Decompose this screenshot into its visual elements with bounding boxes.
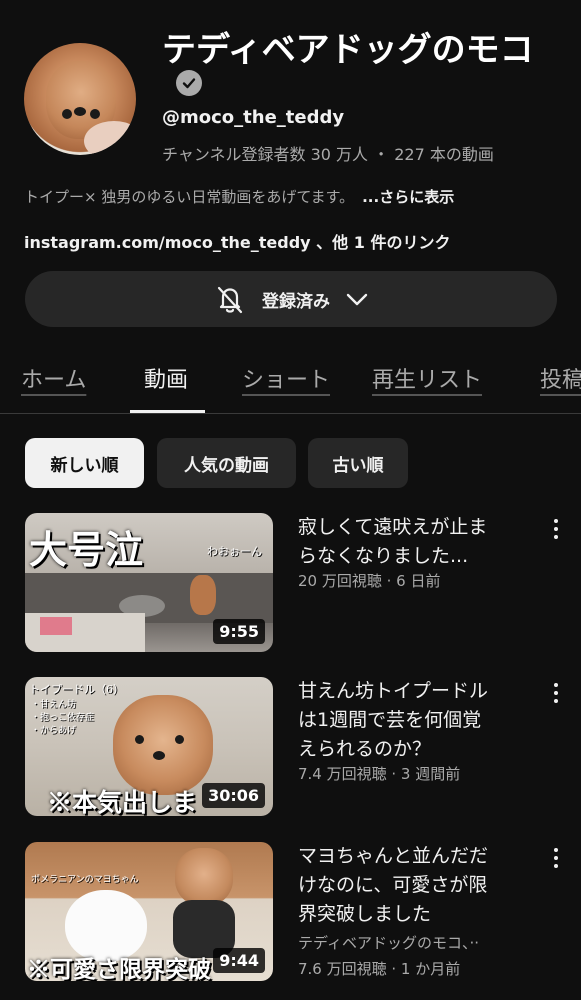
dog-shape (190, 575, 216, 615)
video-title-line: えられるのか？ (298, 738, 432, 760)
avatar-hand (84, 121, 136, 155)
channel-description[interactable]: トイプー× 独男のゆるい日常動画をあげてます。 ...さらに表示 (24, 186, 454, 207)
video-title-line: 寂しくて遠吠えが止ま (298, 516, 488, 538)
more-vert-icon[interactable] (548, 846, 564, 870)
video-title[interactable]: 寂しくて遠吠えが止ま らなくなりました... (298, 513, 538, 571)
tab-playlists[interactable]: 再生リスト (372, 362, 482, 394)
thumbnail-subcaption: ポメラニアンのマヨちゃん (31, 875, 139, 885)
thumbnail-caption: ※可愛さ限界突破 (27, 956, 211, 981)
tab-shorts[interactable]: ショート (242, 362, 330, 394)
channel-links[interactable]: instagram.com/moco_the_teddy 、他 1 件のリンク (24, 229, 450, 253)
thumbnail-caption: 大号泣 (29, 527, 144, 572)
thumbnail-list-item: ・抱っこ依存症 (31, 713, 95, 723)
video-meta: 7.6 万回視聴 · 1 か月前 (298, 960, 461, 978)
channel-avatar[interactable] (24, 43, 136, 155)
channel-stats: チャンネル登録者数 30 万人 ・ 227 本の動画 (162, 145, 494, 164)
chip-oldest[interactable]: 古い順 (308, 438, 408, 488)
thumbnail-subcaption: わおぉーん (207, 545, 262, 558)
video-meta: 20 万回視聴 · 6 日前 (298, 572, 441, 590)
video-title[interactable]: 甘えん坊トイプードル は1週間で芸を何個覚 えられるのか？ (298, 677, 538, 764)
tab-home[interactable]: ホーム (21, 362, 86, 394)
verified-icon (176, 70, 202, 96)
thumbnail-list-item: ・甘えん坊 (31, 700, 77, 710)
channel-handle: @moco_the_teddy (162, 107, 345, 128)
chip-popular[interactable]: 人気の動画 (157, 438, 296, 488)
chip-newest[interactable]: 新しい順 (25, 438, 144, 488)
bell-off-icon (217, 286, 243, 314)
video-title[interactable]: マヨちゃんと並んだだ けなのに、可愛さが限 界突破しました (298, 842, 538, 929)
dog-face-shape (113, 695, 213, 795)
description-text: トイプー× 独男のゆるい日常動画をあげてます。 (24, 188, 355, 206)
video-title-line: けなのに、可愛さが限 (298, 874, 488, 896)
video-item[interactable]: ポメラニアンのマヨちゃん ※可愛さ限界突破 9:44 マヨちゃんと並んだだ けな… (0, 842, 581, 987)
thumbnail-list-item: ・からあげ (31, 726, 77, 736)
video-title-line: マヨちゃんと並んだだ (298, 845, 489, 867)
video-item[interactable]: トイプードル（6） ・甘えん坊 ・抱っこ依存症 ・からあげ ※本気出しま 30:… (0, 677, 581, 822)
subscribed-button[interactable]: 登録済み (25, 271, 557, 327)
channel-name: テディベアドッグのモコ (162, 30, 534, 70)
poodle-face-shape (175, 848, 233, 906)
tab-videos[interactable]: 動画 (144, 362, 188, 394)
more-vert-icon[interactable] (548, 517, 564, 541)
video-title-line: 甘えん坊トイプードル (298, 680, 489, 702)
video-thumbnail[interactable]: 大号泣 わおぉーん 9:55 (25, 513, 273, 652)
video-meta: 7.4 万回視聴 · 3 週間前 (298, 765, 461, 783)
video-title-line: らなくなりました... (298, 545, 469, 567)
chevron-down-icon (346, 293, 368, 306)
video-thumbnail[interactable]: ポメラニアンのマヨちゃん ※可愛さ限界突破 9:44 (25, 842, 273, 981)
video-duration: 9:55 (213, 619, 265, 644)
show-more-link[interactable]: ...さらに表示 (362, 188, 454, 206)
channel-tabs: ホーム 動画 ショート 再生リスト 投稿 (0, 350, 581, 414)
video-duration: 9:44 (213, 948, 265, 973)
video-title-line: 界突破しました (298, 903, 432, 925)
video-duration: 30:06 (202, 783, 265, 808)
dog-eye-right (175, 735, 184, 744)
dog-eye-left (135, 735, 144, 744)
video-item[interactable]: 大号泣 わおぉーん 9:55 寂しくて遠吠えが止ま らなくなりました... 20… (0, 513, 581, 658)
box-shape (40, 617, 72, 635)
thumbnail-caption: ※本気出しま (47, 788, 198, 816)
thumbnail-subcaption: トイプードル（6） (29, 683, 124, 696)
subscribed-label: 登録済み (262, 291, 330, 312)
avatar-eye-left (62, 109, 72, 119)
tab-posts[interactable]: 投稿 (540, 362, 581, 394)
more-vert-icon[interactable] (548, 681, 564, 705)
avatar-nose (74, 107, 86, 116)
dog-nose (153, 751, 165, 760)
video-thumbnail[interactable]: トイプードル（6） ・甘えん坊 ・抱っこ依存症 ・からあげ ※本気出しま 30:… (25, 677, 273, 816)
avatar-eye-right (90, 109, 100, 119)
video-title-line: は1週間で芸を何個覚 (298, 709, 482, 731)
video-channel: テディベアドッグのモコ、·· (298, 934, 479, 952)
active-tab-indicator (130, 410, 205, 413)
